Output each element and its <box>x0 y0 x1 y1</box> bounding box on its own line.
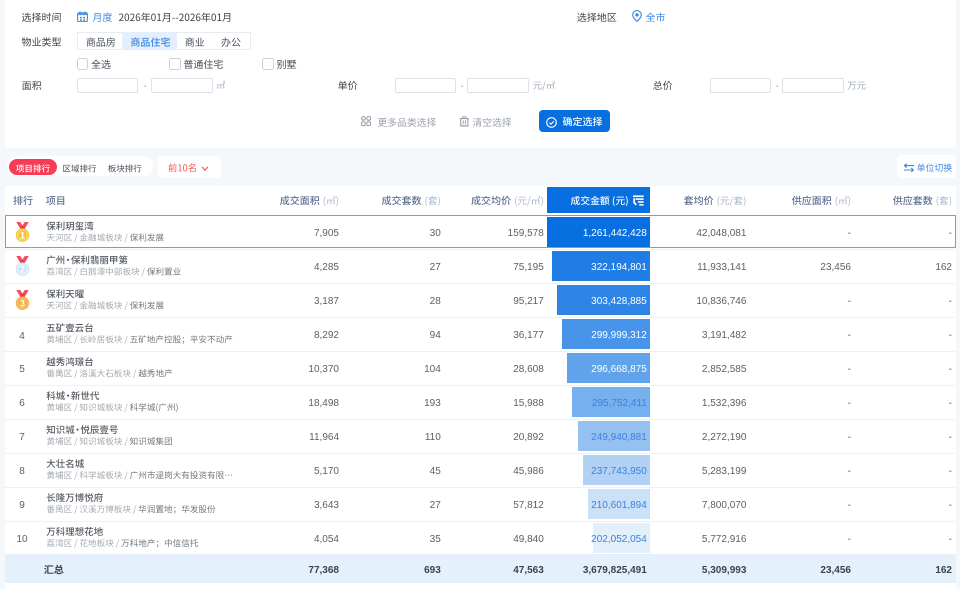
svg-text:1: 1 <box>20 230 25 240</box>
svg-text:2: 2 <box>20 264 25 274</box>
svg-text:3: 3 <box>20 298 25 308</box>
